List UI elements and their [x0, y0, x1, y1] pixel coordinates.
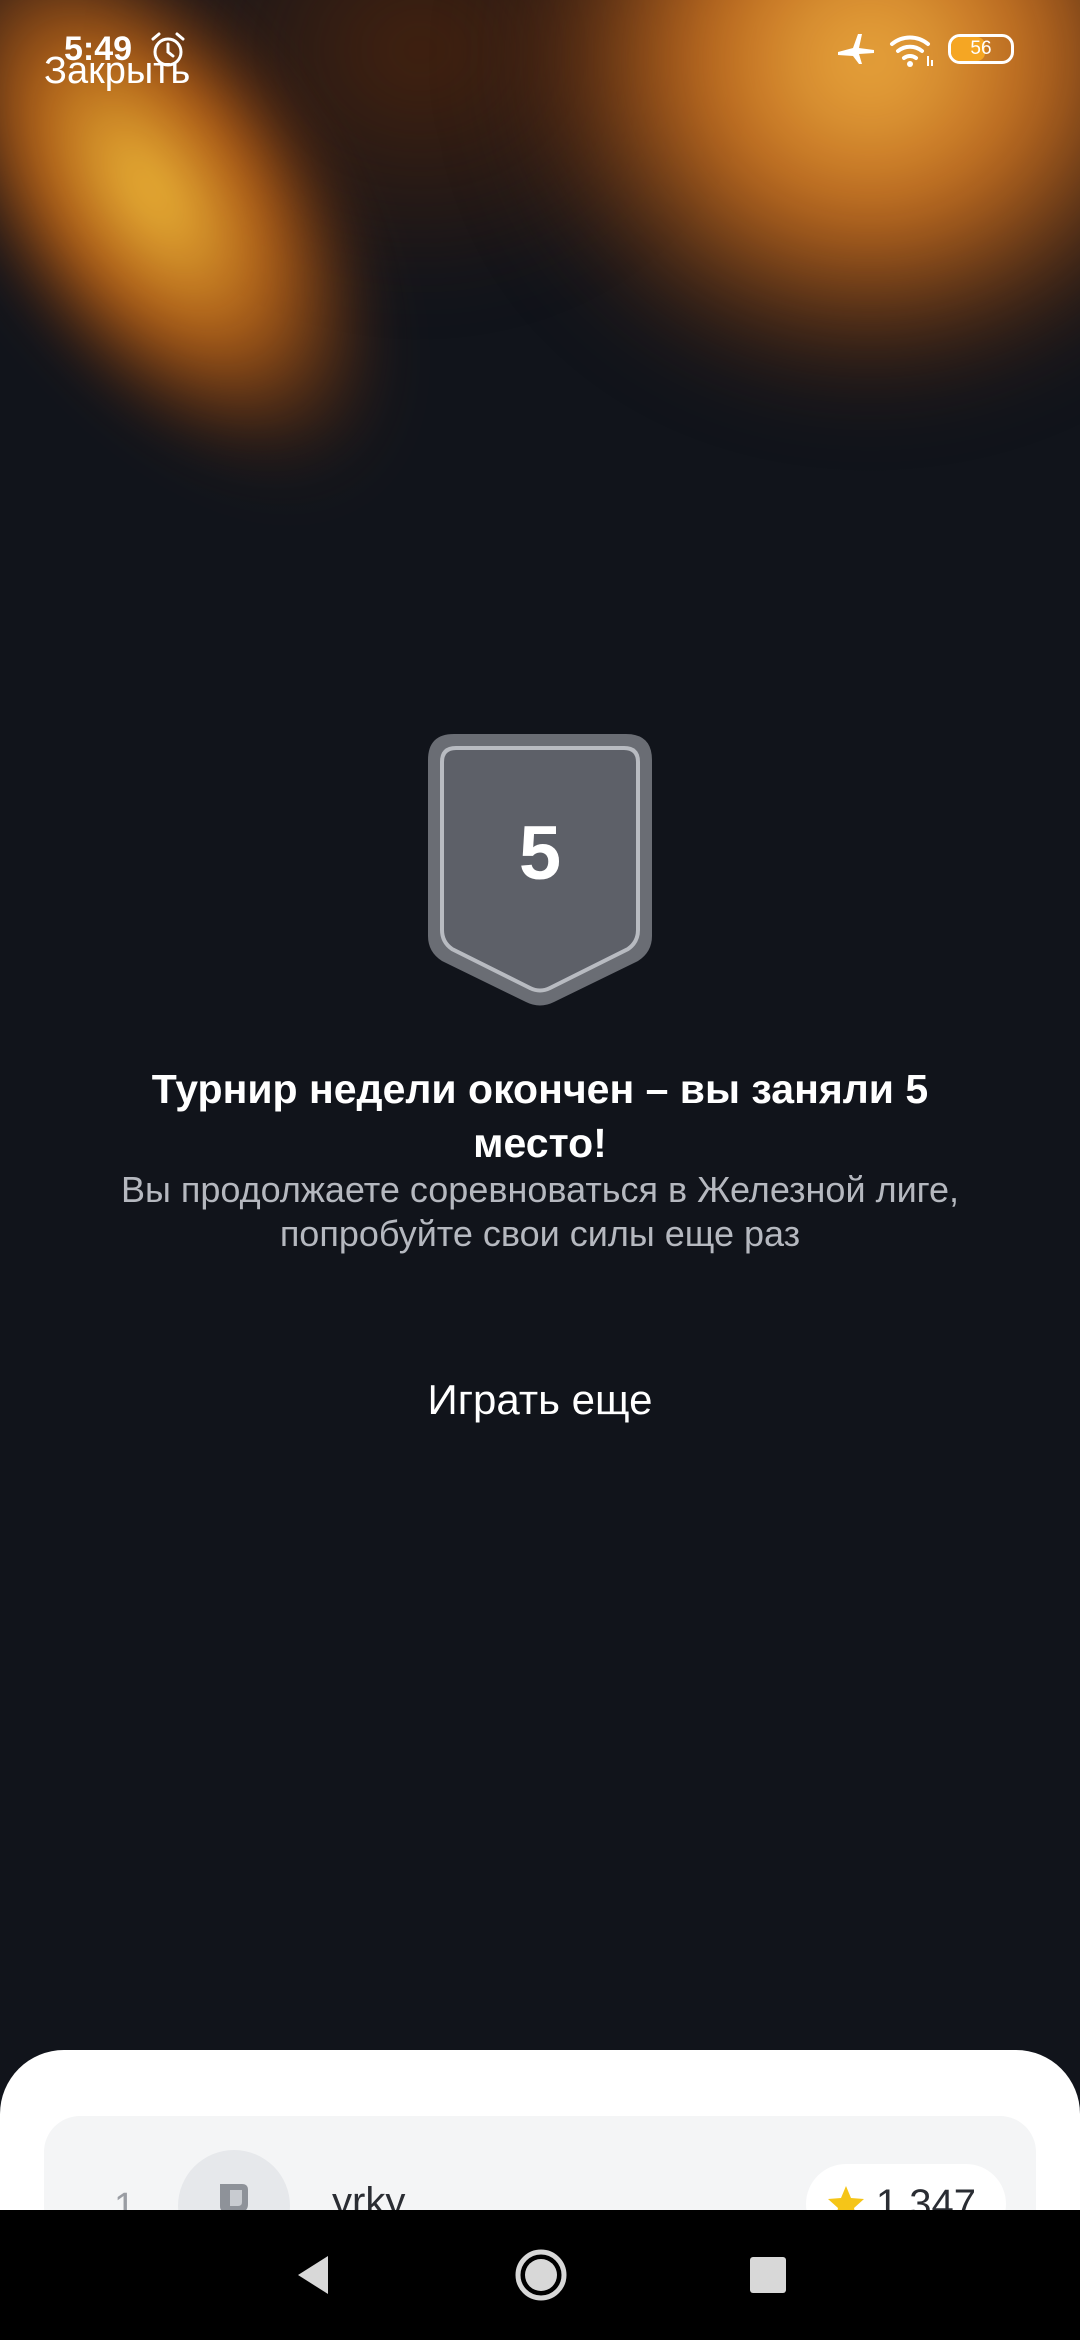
- battery-icon: 56: [948, 34, 1014, 64]
- home-icon[interactable]: [514, 2248, 568, 2302]
- airplane-icon: [838, 34, 874, 64]
- result-subtitle: Вы продолжаете соревноваться в Железной …: [120, 1169, 960, 1254]
- back-icon[interactable]: [290, 2250, 340, 2300]
- tournament-result-screen: 5:49 56 Закрыть 5 Турнир недели окончен …: [0, 0, 1080, 2340]
- close-button[interactable]: Закрыть: [44, 50, 190, 93]
- battery-level: 56: [970, 38, 992, 59]
- wifi-icon: [890, 35, 933, 67]
- place-badge: 5: [424, 730, 656, 1010]
- recents-icon[interactable]: [745, 2252, 791, 2298]
- place-number: 5: [518, 811, 562, 896]
- play-again-button[interactable]: Играть еще: [340, 1368, 740, 1432]
- result-title: Турнир недели окончен – вы заняли 5 мест…: [151, 1066, 929, 1166]
- navigation-bar: [0, 2210, 1080, 2340]
